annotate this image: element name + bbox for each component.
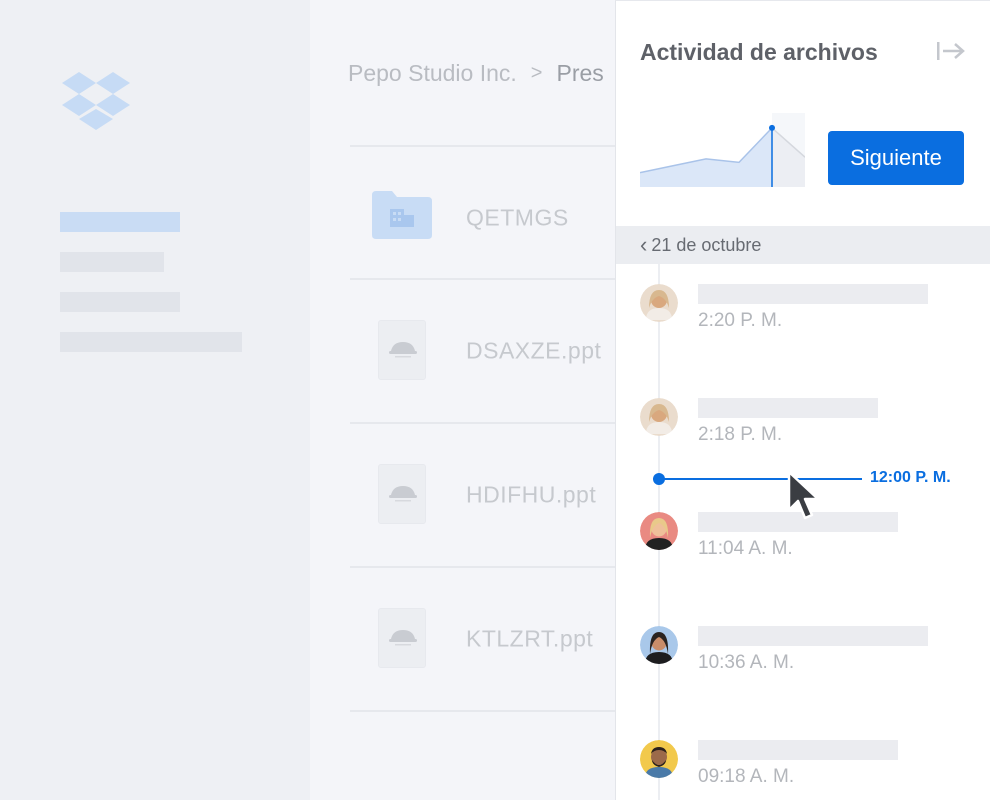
chart-area-past: [640, 127, 772, 187]
activity-time: 2:18 P. M.: [698, 424, 783, 445]
panel-title: Actividad de archivos: [640, 39, 878, 65]
file-row-divider: [350, 710, 615, 712]
activity-placeholder: [698, 284, 928, 304]
marker-line: [659, 478, 862, 480]
activity-item[interactable]: 2:20 P. M.: [616, 284, 990, 344]
activity-placeholder: [698, 626, 928, 646]
mouse-cursor-icon: [787, 470, 820, 520]
breadcrumb-separator-icon: >: [530, 62, 543, 84]
activity-time: 10:36 A. M.: [698, 652, 795, 673]
avatar: [640, 626, 678, 664]
file-icon: [378, 320, 426, 380]
collapse-panel-icon[interactable]: [936, 41, 966, 61]
avatar: [640, 284, 678, 322]
file-icon: [378, 464, 426, 524]
activity-chart[interactable]: [640, 113, 805, 187]
breadcrumb-parent[interactable]: Pepo Studio Inc.: [348, 60, 517, 87]
date-label: 21 de octubre: [651, 234, 762, 255]
team-folder-icon: [372, 191, 432, 239]
file-name: DSAXZE.ppt: [466, 337, 602, 364]
file-row[interactable]: HDIFHU.ppt: [350, 422, 615, 566]
activity-placeholder: [698, 398, 878, 418]
file-activity-panel: Actividad de archivos Siguiente ‹ 21 de …: [615, 0, 990, 800]
activity-time: 09:18 A. M.: [698, 766, 795, 787]
chevron-left-icon[interactable]: ‹: [640, 234, 647, 256]
next-button[interactable]: Siguiente: [828, 131, 964, 185]
activity-time: 2:20 P. M.: [698, 310, 783, 331]
dropbox-logo-icon[interactable]: [62, 70, 130, 130]
breadcrumb: Pepo Studio Inc. > Pres: [348, 60, 604, 87]
sidebar: [0, 0, 310, 800]
file-name: HDIFHU.ppt: [466, 481, 597, 508]
avatar: [640, 740, 678, 778]
file-icon: [378, 608, 426, 668]
activity-item[interactable]: 10:36 A. M.: [616, 626, 990, 686]
file-row[interactable]: DSAXZE.ppt: [350, 278, 615, 422]
sidebar-item[interactable]: [60, 292, 180, 312]
file-name: KTLZRT.ppt: [466, 625, 594, 652]
activity-placeholder: [698, 740, 898, 760]
marker-time-label: 12:00 P. M.: [870, 469, 951, 486]
sidebar-item[interactable]: [60, 252, 164, 272]
file-row[interactable]: QETMGS: [350, 145, 615, 289]
activity-item[interactable]: 09:18 A. M.: [616, 740, 990, 800]
date-selector[interactable]: ‹ 21 de octubre: [616, 226, 990, 264]
chart-highlight-point: [769, 124, 775, 131]
breadcrumb-current[interactable]: Pres: [556, 60, 603, 87]
sidebar-item-active[interactable]: [60, 212, 180, 232]
file-name: QETMGS: [466, 204, 569, 231]
avatar: [640, 512, 678, 550]
file-list-area: Pepo Studio Inc. > Pres QETMGS DSAXZE.pp…: [310, 0, 615, 800]
avatar: [640, 398, 678, 436]
activity-item[interactable]: 2:18 P. M.: [616, 398, 990, 458]
sidebar-item[interactable]: [60, 332, 242, 352]
activity-time: 11:04 A. M.: [698, 538, 793, 559]
file-row[interactable]: KTLZRT.ppt: [350, 566, 615, 710]
